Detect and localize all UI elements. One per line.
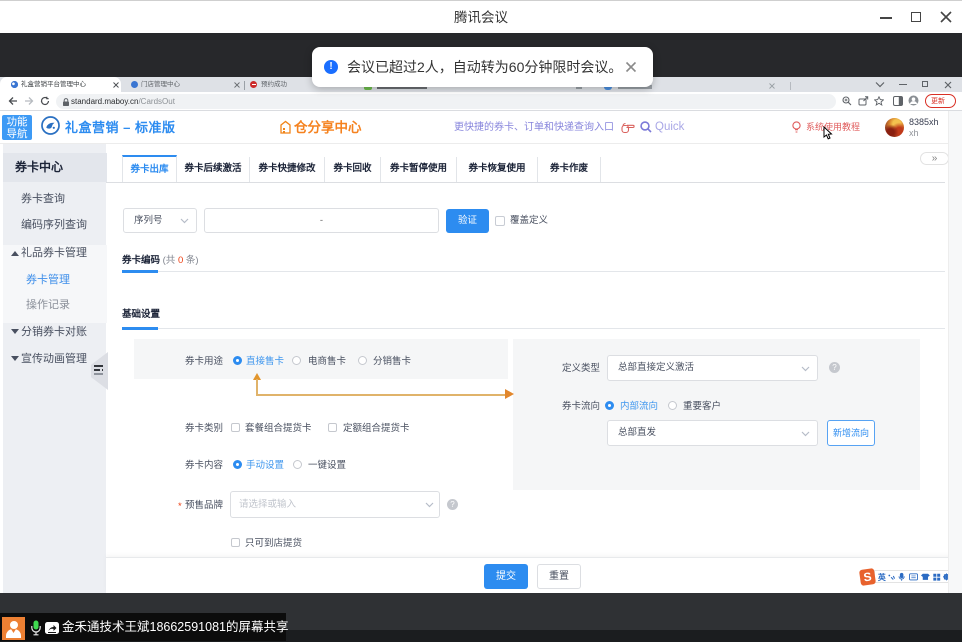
svg-text:英: 英 [878, 572, 887, 582]
